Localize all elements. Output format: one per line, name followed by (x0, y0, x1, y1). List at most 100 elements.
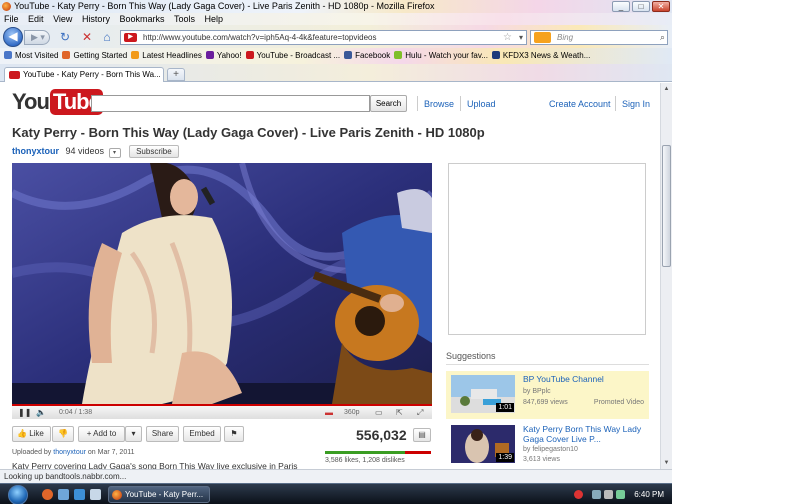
quicklaunch-icon[interactable] (90, 489, 101, 500)
bookmark-item[interactable]: Hulu - Watch your fav... (394, 48, 488, 64)
scroll-up-icon[interactable]: ▲ (662, 84, 671, 94)
upload-link[interactable]: Upload (467, 99, 496, 109)
bookmark-favicon-icon (491, 51, 500, 59)
status-bar: Looking up bandtools.nabbr.com... (0, 469, 672, 483)
start-button[interactable] (8, 485, 28, 504)
uploaded-prefix: Uploaded by (12, 449, 52, 456)
navigation-toolbar: ◀ ▶ ▾ ↻ ✕ ⌂ ▶ http://www.youtube.com/wat… (0, 25, 672, 48)
menu-edit[interactable]: Edit (28, 14, 44, 24)
suggestion-promoted[interactable]: 1:01 BP YouTube Channel by BPplc 847,699… (446, 371, 649, 419)
menu-history[interactable]: History (82, 14, 110, 24)
firefox-quicklaunch-icon[interactable] (42, 489, 53, 500)
suggestion-title[interactable]: BP YouTube Channel (523, 374, 647, 384)
suggestion-item[interactable]: 1:39 Katy Perry Born This Way Lady Gaga … (446, 421, 649, 469)
menu-file[interactable]: File (4, 14, 19, 24)
youtube-search-input[interactable] (91, 95, 370, 112)
security-alert-icon[interactable] (574, 490, 583, 499)
view-count: 556,032 (356, 427, 407, 443)
thumbs-down-icon: 👎 (58, 429, 68, 438)
expand-icon[interactable]: ⇱ (396, 406, 403, 419)
like-label: Like (29, 429, 44, 438)
browse-link[interactable]: Browse (424, 99, 454, 109)
menu-help[interactable]: Help (205, 14, 224, 24)
bookmark-item[interactable]: Getting Started (62, 48, 127, 64)
uploader-link[interactable]: thonyxtour (53, 449, 86, 456)
taskbar-firefox-window[interactable]: YouTube - Katy Perr... (108, 486, 210, 503)
suggestion-thumbnail[interactable]: 1:39 (451, 425, 515, 463)
sign-in-link[interactable]: Sign In (622, 99, 650, 109)
bookmark-item[interactable]: YouTube - Broadcast ... (245, 48, 340, 64)
duration-badge: 1:01 (496, 403, 514, 412)
video-title: Katy Perry - Born This Way (Lady Gaga Co… (12, 125, 485, 140)
new-tab-button[interactable]: + (167, 68, 185, 81)
forward-button[interactable]: ▶ ▾ (24, 30, 50, 45)
divider (446, 364, 649, 365)
minimize-button[interactable]: _ (612, 1, 630, 12)
volume-tray-icon[interactable] (604, 490, 613, 499)
youtube-logo[interactable]: You Tube (12, 89, 103, 116)
captions-icon[interactable]: ▬ (325, 406, 333, 419)
switch-windows-icon[interactable] (74, 489, 85, 500)
bookmark-favicon-icon (394, 51, 403, 59)
dislike-button[interactable]: 👎 (52, 426, 74, 442)
like-button[interactable]: 👍 Like (12, 426, 51, 442)
page-scrollbar[interactable]: ▲ ▼ (660, 83, 672, 469)
bookmark-item[interactable]: KFDX3 News & Weath... (491, 48, 590, 64)
scroll-down-icon[interactable]: ▼ (662, 458, 671, 468)
channel-link[interactable]: thonyxtour (12, 146, 59, 156)
channel-row: thonyxtour 94 videos ▾ Subscribe (12, 144, 179, 158)
suggestion-thumbnail[interactable]: 1:01 (451, 375, 515, 413)
bookmark-item[interactable]: Most Visited (4, 48, 58, 64)
address-bar[interactable]: ▶ http://www.youtube.com/watch?v=iph5Aq-… (120, 30, 527, 45)
home-icon[interactable]: ⌂ (100, 30, 114, 44)
video-player[interactable] (12, 163, 432, 404)
network-icon[interactable] (592, 490, 601, 499)
pause-icon[interactable]: ❚❚ (18, 406, 31, 419)
tab-youtube[interactable]: YouTube - Katy Perry - Born This Wa... (4, 67, 164, 82)
url-dropdown-icon[interactable]: ▾ (519, 31, 523, 44)
menu-bar: File Edit View History Bookmarks Tools H… (0, 13, 672, 25)
share-button[interactable]: Share (146, 426, 179, 442)
add-to-button[interactable]: + Add to (78, 426, 125, 442)
scrollbar-thumb[interactable] (662, 145, 671, 267)
bookmark-item[interactable]: Latest Headlines (131, 48, 202, 64)
thumbs-up-icon: 👍 (17, 429, 27, 438)
add-to-dropdown[interactable]: ▾ (125, 426, 142, 442)
player-controls: ❚❚ 🔈 0:04 / 1:38 ▬ 360p ▭ ⇱ ⤢ (12, 404, 432, 419)
bookmark-star-icon[interactable]: ☆ (503, 31, 512, 44)
youtube-search-button[interactable]: Search (370, 95, 407, 112)
power-icon[interactable] (616, 490, 625, 499)
create-account-link[interactable]: Create Account (549, 99, 611, 109)
suggestion-title[interactable]: Katy Perry Born This Way Lady Gaga Cover… (523, 424, 647, 444)
menu-tools[interactable]: Tools (174, 14, 195, 24)
embed-button[interactable]: Embed (183, 426, 221, 442)
stats-button[interactable]: ▤ (413, 428, 431, 442)
suggestion-views: 3,613 views (523, 456, 560, 463)
chevron-down-icon: ▾ (131, 429, 136, 438)
stop-icon[interactable]: ✕ (80, 30, 94, 44)
reload-icon[interactable]: ↻ (58, 30, 72, 44)
fullscreen-icon[interactable]: ⤢ (417, 406, 423, 419)
menu-view[interactable]: View (53, 14, 72, 24)
search-icon[interactable]: ⌕ (660, 31, 665, 44)
bookmark-item[interactable]: Yahoo! (205, 48, 242, 64)
status-text: Looking up bandtools.nabbr.com... (4, 472, 127, 481)
flag-button[interactable]: ⚑ (224, 426, 244, 442)
expand-channel-icon[interactable]: ▾ (108, 148, 121, 158)
bookmark-item[interactable]: Facebook (344, 48, 390, 64)
duration-badge: 1:39 (496, 453, 514, 462)
popout-icon[interactable]: ▭ (375, 406, 383, 419)
subscribe-button[interactable]: Subscribe (129, 145, 179, 158)
quality-selector[interactable]: 360p (344, 406, 360, 419)
maximize-button[interactable]: □ (632, 1, 650, 12)
bookmark-favicon-icon (205, 51, 214, 59)
task-label: YouTube - Katy Perr... (125, 490, 204, 499)
close-button[interactable]: ✕ (652, 1, 670, 12)
browser-search-input[interactable]: Bing ⌕ (530, 30, 668, 45)
window-controls: _ □ ✕ (612, 1, 670, 12)
menu-bookmarks[interactable]: Bookmarks (119, 14, 164, 24)
show-desktop-icon[interactable] (58, 489, 69, 500)
volume-icon[interactable]: 🔈 (36, 406, 46, 419)
chart-icon: ▤ (418, 430, 426, 439)
back-button[interactable]: ◀ (3, 27, 23, 47)
